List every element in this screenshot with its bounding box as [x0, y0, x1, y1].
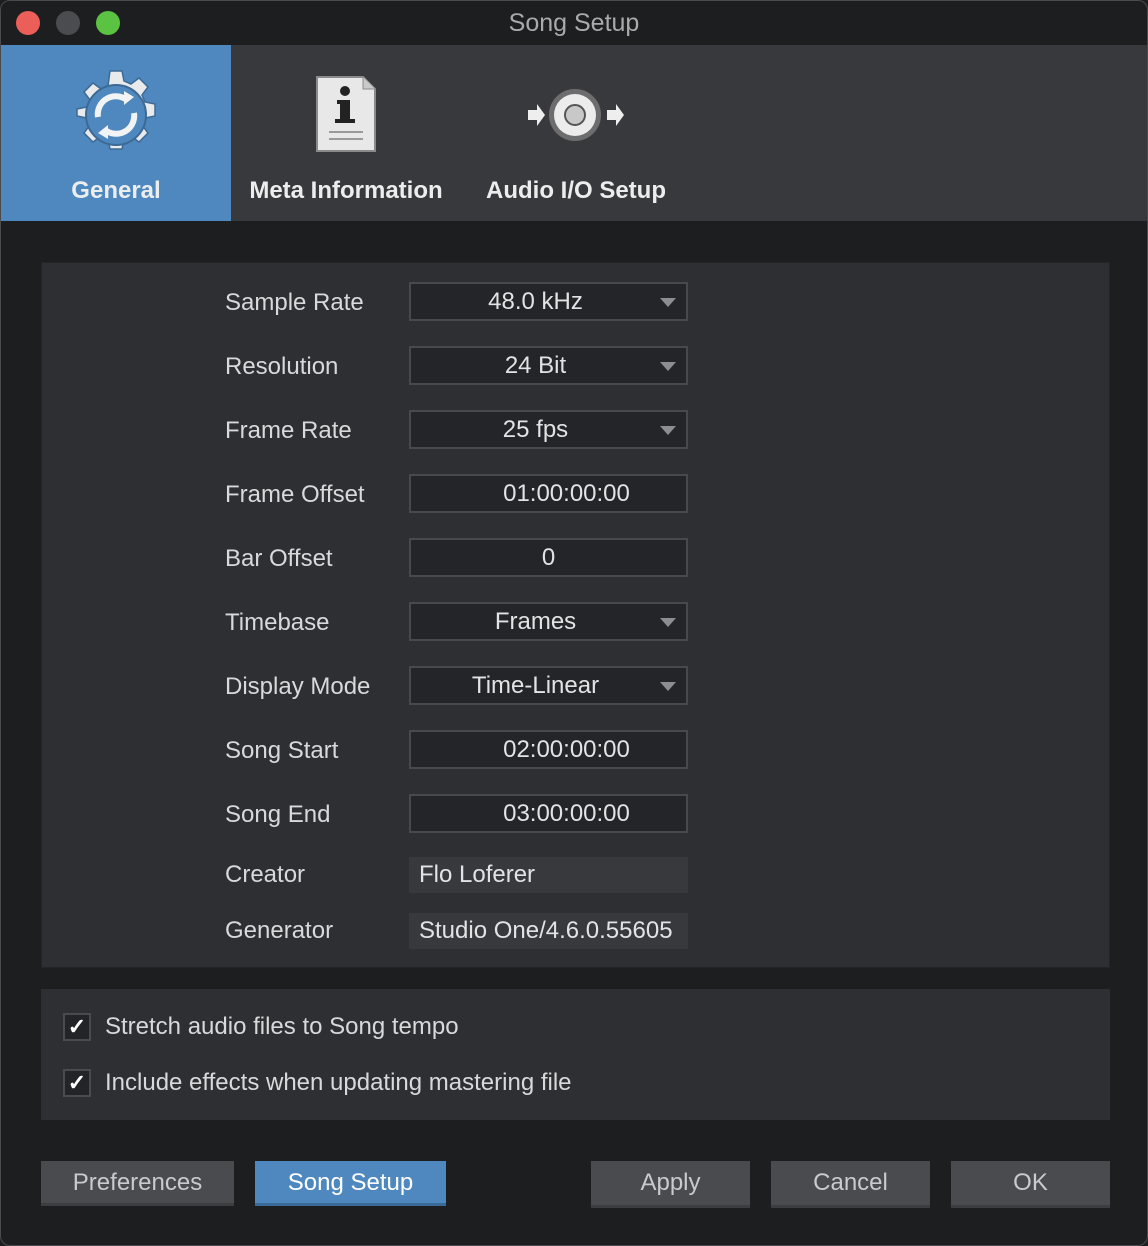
- song-setup-window: Song Setup General Meta Information Audi…: [0, 0, 1148, 1246]
- song-end-input[interactable]: 03:00:00:00: [409, 794, 688, 833]
- creator-label: Creator: [225, 861, 306, 888]
- options-panel: ✓ Stretch audio files to Song tempo ✓ In…: [41, 989, 1110, 1120]
- song-start-value: 02:00:00:00: [503, 736, 630, 763]
- generator-value: Studio One/4.6.0.55605: [409, 913, 688, 949]
- chevron-down-icon: [660, 682, 676, 691]
- resolution-dropdown[interactable]: 24 Bit: [409, 346, 688, 385]
- stretch-audio-label: Stretch audio files to Song tempo: [105, 1013, 459, 1040]
- stretch-audio-option[interactable]: ✓ Stretch audio files to Song tempo: [63, 1011, 459, 1043]
- title-bar: Song Setup: [1, 1, 1147, 45]
- song-start-label: Song Start: [225, 737, 339, 764]
- frame-offset-input[interactable]: 01:00:00:00: [409, 474, 688, 513]
- frame-rate-label: Frame Rate: [225, 417, 352, 444]
- bar-offset-label: Bar Offset: [225, 545, 333, 572]
- display-mode-dropdown[interactable]: Time-Linear: [409, 666, 688, 705]
- display-mode-label: Display Mode: [225, 673, 371, 700]
- frame-rate-value: 25 fps: [502, 416, 569, 443]
- song-end-value: 03:00:00:00: [503, 800, 630, 827]
- stretch-audio-checkbox[interactable]: ✓: [63, 1013, 91, 1041]
- bar-offset-input[interactable]: 0: [409, 538, 688, 577]
- ok-button[interactable]: OK: [951, 1161, 1110, 1208]
- bar-offset-value: 0: [541, 544, 556, 571]
- resolution-label: Resolution: [225, 353, 339, 380]
- include-effects-checkbox[interactable]: ✓: [63, 1069, 91, 1097]
- audio-io-icon: [528, 87, 624, 143]
- tab-general[interactable]: General: [1, 45, 231, 221]
- tab-meta-information-label: Meta Information: [249, 177, 443, 204]
- gear-sync-icon: [76, 70, 156, 150]
- sample-rate-label: Sample Rate: [225, 289, 364, 316]
- timebase-dropdown[interactable]: Frames: [409, 602, 688, 641]
- tab-meta-information[interactable]: Meta Information: [231, 45, 461, 221]
- resolution-value: 24 Bit: [504, 352, 567, 379]
- creator-value: Flo Loferer: [409, 857, 688, 893]
- tab-general-label: General: [71, 177, 161, 204]
- song-setup-button[interactable]: Song Setup: [255, 1161, 446, 1206]
- frame-rate-dropdown[interactable]: 25 fps: [409, 410, 688, 449]
- include-effects-label: Include effects when updating mastering …: [105, 1069, 572, 1096]
- chevron-down-icon: [660, 298, 676, 307]
- tab-audio-io-setup-label: Audio I/O Setup: [486, 177, 666, 204]
- generator-label: Generator: [225, 917, 334, 944]
- timebase-value: Frames: [494, 608, 577, 635]
- frame-offset-label: Frame Offset: [225, 481, 365, 508]
- sample-rate-dropdown[interactable]: 48.0 kHz: [409, 282, 688, 321]
- window-title: Song Setup: [508, 9, 640, 37]
- chevron-down-icon: [660, 426, 676, 435]
- display-mode-value: Time-Linear: [471, 672, 600, 699]
- chevron-down-icon: [660, 618, 676, 627]
- song-start-input[interactable]: 02:00:00:00: [409, 730, 688, 769]
- apply-button[interactable]: Apply: [591, 1161, 750, 1208]
- chevron-down-icon: [660, 362, 676, 371]
- tab-audio-io-setup[interactable]: Audio I/O Setup: [461, 45, 691, 221]
- sample-rate-value: 48.0 kHz: [488, 288, 583, 315]
- cancel-button[interactable]: Cancel: [771, 1161, 930, 1208]
- include-effects-option[interactable]: ✓ Include effects when updating masterin…: [63, 1067, 572, 1099]
- frame-offset-value: 01:00:00:00: [503, 480, 630, 507]
- song-end-label: Song End: [225, 801, 331, 828]
- tab-bar: General Meta Information Audio I/O Setup: [1, 45, 1147, 221]
- checkmark-icon: ✓: [67, 1070, 87, 1095]
- checkmark-icon: ✓: [67, 1014, 87, 1039]
- timebase-label: Timebase: [225, 609, 330, 636]
- preferences-button[interactable]: Preferences: [41, 1161, 234, 1206]
- info-document-icon: [316, 76, 376, 152]
